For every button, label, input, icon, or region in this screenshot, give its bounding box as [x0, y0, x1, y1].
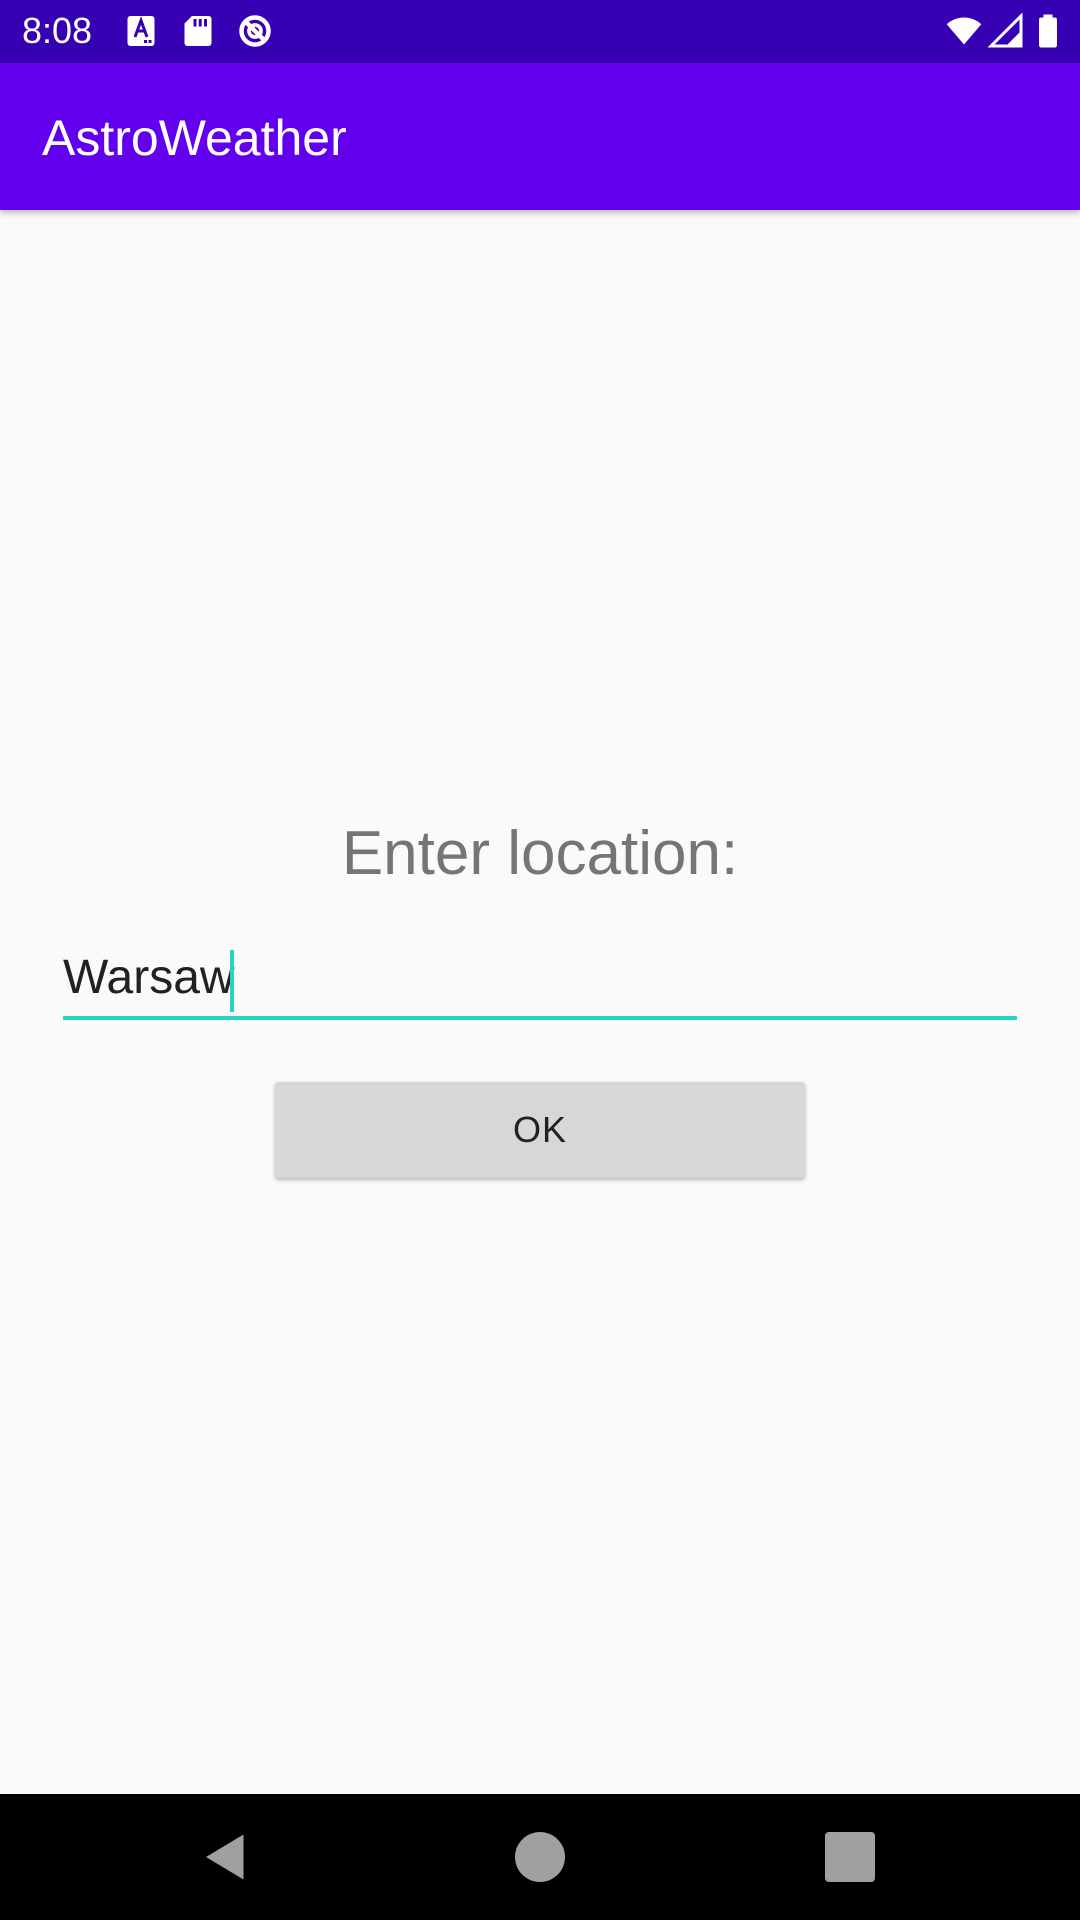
status-bar: 8:08	[0, 0, 1080, 63]
home-icon[interactable]	[510, 1827, 570, 1887]
text-cursor	[230, 950, 234, 1012]
app-title: AstroWeather	[42, 110, 347, 166]
app-screen: 8:08 AstroWeather Enter location: OK	[0, 0, 1080, 1920]
sd-card-icon	[180, 13, 216, 49]
ok-button[interactable]: OK	[275, 1082, 805, 1178]
wifi-icon	[944, 13, 984, 49]
status-time: 8:08	[22, 10, 93, 51]
recents-icon[interactable]	[820, 1827, 880, 1887]
navigation-bar	[0, 1794, 1080, 1920]
text-a-icon	[123, 13, 159, 49]
battery-icon	[1031, 13, 1065, 49]
back-icon[interactable]	[196, 1827, 256, 1887]
input-underline	[63, 1016, 1017, 1020]
location-field[interactable]	[63, 940, 1017, 1020]
enter-location-label: Enter location:	[341, 819, 739, 888]
app-bar: AstroWeather	[0, 63, 1080, 210]
location-input[interactable]	[63, 940, 1017, 1016]
blocked-circle-icon	[237, 13, 273, 49]
cell-signal-icon	[988, 13, 1024, 49]
